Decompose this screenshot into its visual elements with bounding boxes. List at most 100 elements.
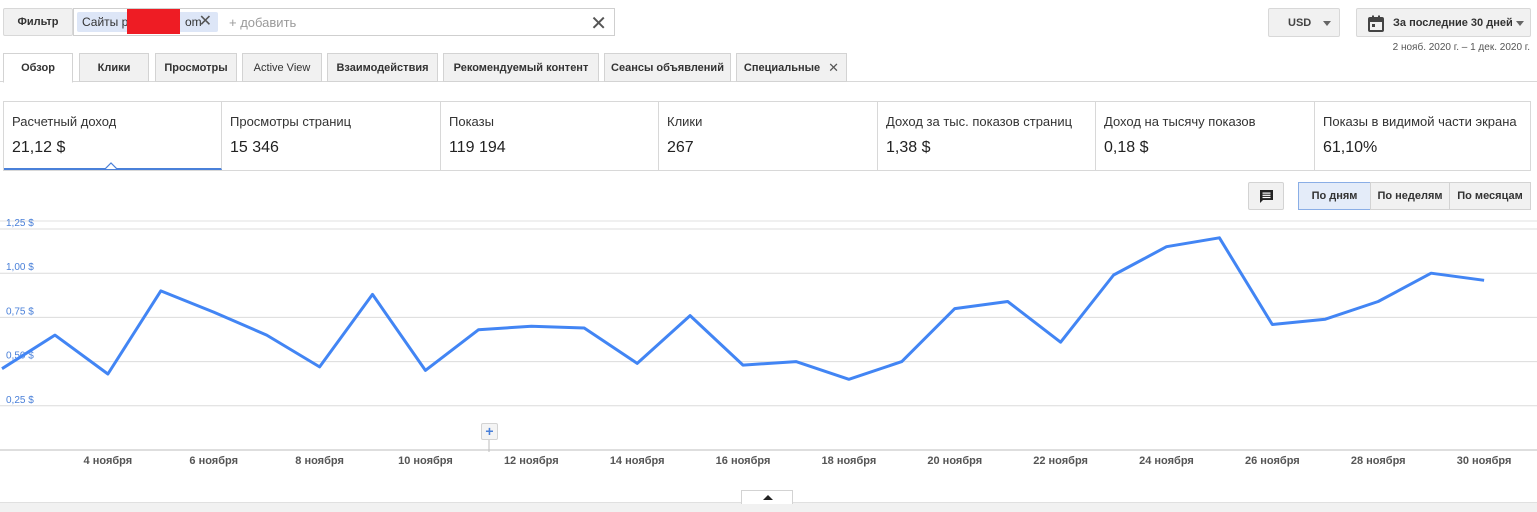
redaction-block [127, 9, 180, 34]
data-point [847, 378, 850, 381]
data-point [689, 314, 692, 317]
x-tick-label: 10 ноября [398, 455, 453, 467]
tab-recommended-content[interactable]: Рекомендуемый контент [443, 53, 599, 82]
data-point [1112, 273, 1115, 276]
y-tick-label: 0,25 $ [6, 395, 34, 406]
chevron-down-icon [1323, 21, 1331, 26]
metric-label: Доход на тысячу показов [1104, 114, 1256, 129]
x-tick-label: 8 ноября [295, 455, 344, 467]
data-point [1, 367, 4, 370]
data-point [742, 364, 745, 367]
metric-label: Показы [449, 114, 494, 129]
filter-chip-sites[interactable]: Сайты p om ✕ [77, 9, 218, 34]
data-point [1377, 300, 1380, 303]
data-point [636, 362, 639, 365]
tab-custom[interactable]: Специальные ✕ [736, 53, 847, 82]
date-range-text: 2 нояб. 2020 г. – 1 дек. 2020 г. [1392, 42, 1530, 53]
granularity-monthly-button[interactable]: По месяцам [1449, 182, 1531, 210]
clear-filter-icon[interactable]: ✕ [590, 11, 607, 36]
x-tick-label: 16 ноября [716, 455, 771, 467]
filter-input-field[interactable]: Сайты p om ✕ + добавить ✕ [73, 8, 615, 36]
data-point [1218, 236, 1221, 239]
filter-chip-label: Сайты p [82, 15, 129, 29]
granularity-daily-button[interactable]: По дням [1298, 182, 1371, 210]
tab-views[interactable]: Просмотры [155, 53, 237, 82]
data-point [159, 289, 162, 292]
tab-label: Сеансы объявлений [611, 61, 724, 74]
x-tick-label: 22 ноября [1033, 455, 1088, 467]
granularity-weekly-button[interactable]: По неделям [1370, 182, 1450, 210]
currency-dropdown[interactable]: USD [1268, 8, 1340, 37]
calendar-icon [1368, 15, 1384, 32]
y-tick-label: 1,25 $ [6, 218, 34, 229]
data-point [1483, 279, 1486, 282]
chevron-down-icon [1516, 21, 1524, 26]
data-point [900, 360, 903, 363]
currency-label: USD [1288, 17, 1312, 29]
filter-button[interactable]: Фильтр [3, 8, 73, 36]
metric-card-revenue[interactable]: Расчетный доход 21,12 $ [4, 102, 222, 170]
revenue-line-chart: 0,25 $0,50 $0,75 $1,00 $1,25 $4 ноября 6 … [0, 218, 1537, 467]
x-tick-label: 12 ноября [504, 455, 559, 467]
metric-label: Доход за тыс. показов страниц [886, 114, 1073, 129]
data-point [477, 328, 480, 331]
filter-add-input[interactable]: + добавить [229, 15, 296, 30]
x-tick-label: 4 ноября [84, 455, 133, 467]
x-tick-label: 18 ноября [822, 455, 877, 467]
data-point [583, 327, 586, 330]
x-tick-label: 30 ноября [1457, 455, 1512, 467]
data-point [1324, 318, 1327, 321]
data-point [424, 369, 427, 372]
granularity-label: По дням [1311, 190, 1358, 202]
data-point [794, 360, 797, 363]
metric-value: 15 346 [230, 139, 279, 156]
metric-card-impressions[interactable]: Показы 119 194 [441, 102, 659, 170]
data-point [953, 307, 956, 310]
period-dropdown[interactable]: За последние 30 дней [1356, 8, 1531, 37]
metric-label: Клики [667, 114, 703, 129]
add-annotation-button[interactable]: + [481, 423, 498, 440]
granularity-label: По неделям [1377, 190, 1443, 202]
metric-card-page-rpm[interactable]: Доход за тыс. показов страниц 1,38 $ [878, 102, 1096, 170]
metrics-bar: Расчетный доход 21,12 $ Просмотры страни… [3, 101, 1531, 171]
tab-interactions[interactable]: Взаимодействия [327, 53, 438, 82]
tab-label: Обзор [21, 62, 55, 74]
metric-value: 0,18 $ [1104, 139, 1149, 156]
annotations-button[interactable] [1248, 182, 1284, 210]
collapse-chart-button[interactable] [741, 490, 793, 504]
metric-card-page-views[interactable]: Просмотры страниц 15 346 [222, 102, 441, 170]
x-tick-label: 26 ноября [1245, 455, 1300, 467]
data-point [1006, 300, 1009, 303]
tab-label: Клики [97, 61, 131, 74]
tab-overview[interactable]: Обзор [3, 53, 73, 83]
tab-label: Взаимодействия [336, 61, 429, 74]
tab-clicks[interactable]: Клики [79, 53, 149, 82]
metric-card-impression-rpm[interactable]: Доход на тысячу показов 0,18 $ [1096, 102, 1315, 170]
metric-label: Показы в видимой части экрана [1323, 114, 1517, 129]
metric-label: Просмотры страниц [230, 114, 352, 129]
x-tick-label: 14 ноября [610, 455, 665, 467]
tab-label: Специальные [743, 61, 821, 74]
metric-value: 21,12 $ [12, 139, 66, 156]
x-tick-label: 6 ноября [189, 455, 238, 467]
metric-value: 267 [667, 139, 694, 156]
x-tick-label: 24 ноября [1139, 455, 1194, 467]
revenue-series-line [1, 236, 1485, 381]
tab-label: Active View [253, 61, 311, 74]
x-tick-label: 28 ноября [1351, 455, 1406, 467]
metric-card-viewability[interactable]: Показы в видимой части экрана 61,10% [1315, 102, 1530, 170]
tab-active-view[interactable]: Active View [242, 53, 322, 82]
chip-remove-icon[interactable]: ✕ [199, 12, 212, 32]
data-point [53, 334, 56, 337]
data-point [106, 372, 109, 375]
data-point [530, 325, 533, 328]
metric-value: 1,38 $ [886, 139, 931, 156]
selected-pointer-icon [105, 162, 117, 169]
period-label: За последние 30 дней [1393, 17, 1513, 29]
tab-ad-sessions[interactable]: Сеансы объявлений [604, 53, 731, 82]
metric-card-clicks[interactable]: Клики 267 [659, 102, 878, 170]
tab-label: Просмотры [164, 61, 228, 74]
close-tab-icon[interactable]: ✕ [828, 60, 839, 76]
data-point [212, 311, 215, 314]
tab-label: Рекомендуемый контент [453, 61, 589, 74]
